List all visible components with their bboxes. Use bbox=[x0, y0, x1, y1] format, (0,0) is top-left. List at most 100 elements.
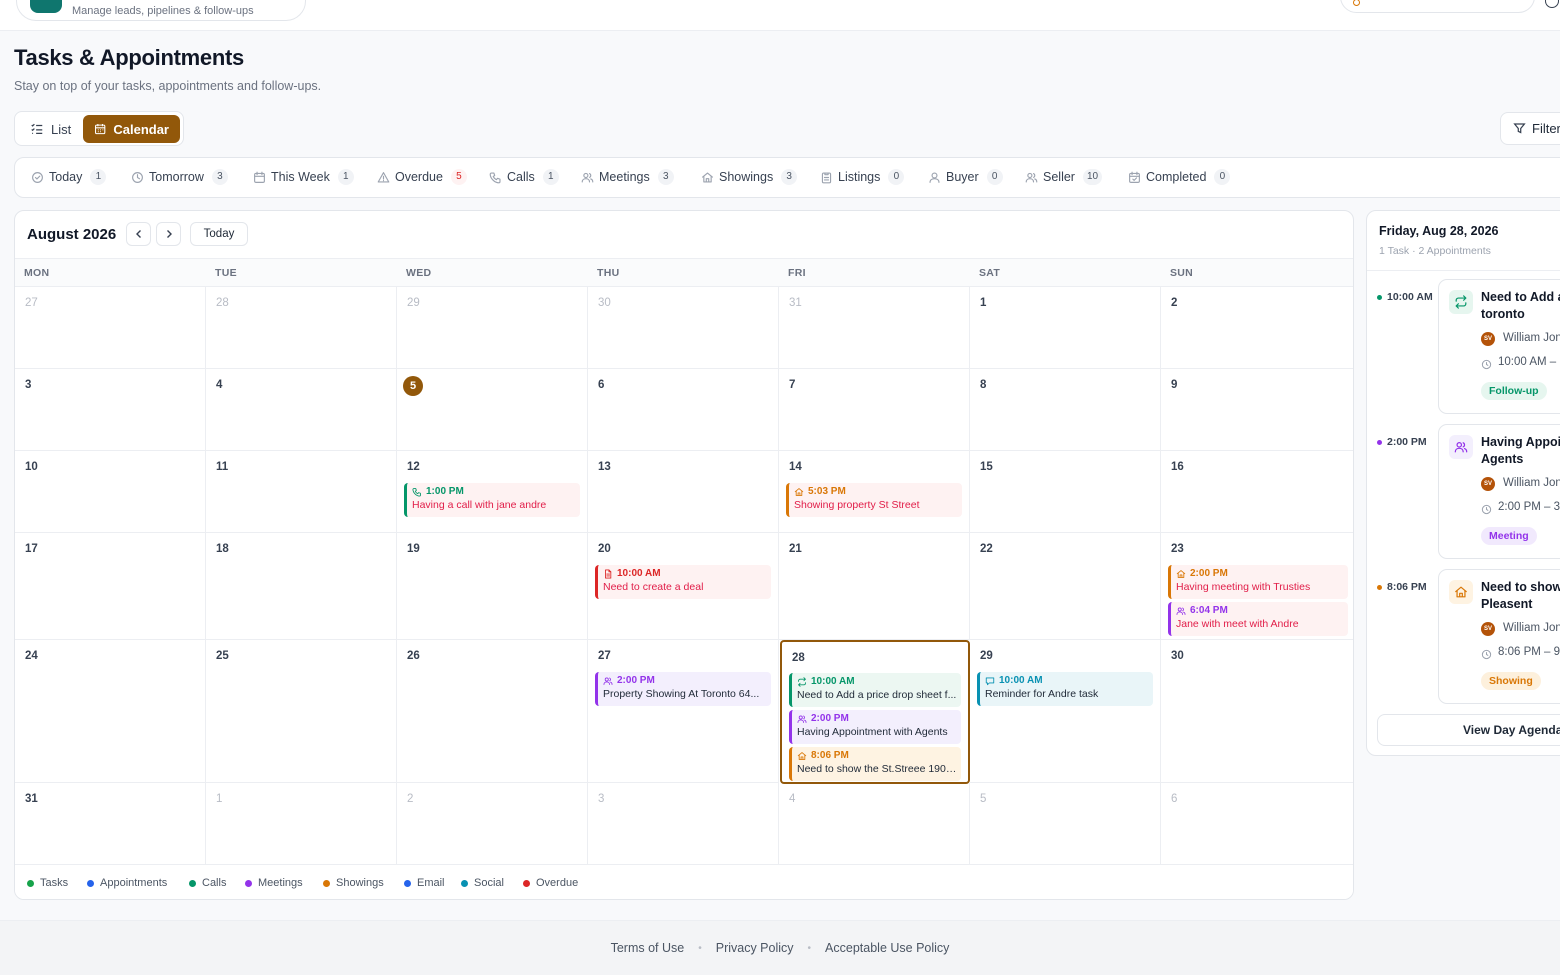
month-title: August 2026 bbox=[27, 226, 117, 243]
day-cell[interactable]: 29 10:00 AM Reminder for Andre task bbox=[970, 640, 1161, 783]
chip-overdue[interactable]: Overdue 5 bbox=[377, 169, 467, 185]
chip-count: 1 bbox=[337, 169, 354, 185]
day-cell[interactable]: 5 bbox=[970, 783, 1161, 865]
legend-appointments: Appointments bbox=[87, 877, 167, 889]
day-cell[interactable]: 31 bbox=[15, 783, 206, 865]
agenda-time-range: 2:00 PM – 3 bbox=[1498, 501, 1560, 513]
day-cell[interactable]: 21 bbox=[779, 533, 970, 640]
day-cell[interactable]: 1 bbox=[970, 287, 1161, 369]
chip-count: 10 bbox=[1082, 169, 1103, 185]
day-cell[interactable]: 6 bbox=[588, 369, 779, 451]
view-day-agenda-button[interactable]: View Day Agenda bbox=[1377, 714, 1560, 746]
calendar-event[interactable]: 2:00 PM Having Appointment with Agents bbox=[789, 710, 961, 744]
agenda-time-label: 10:00 AM bbox=[1387, 291, 1433, 303]
day-cell[interactable]: 6 bbox=[1161, 783, 1353, 865]
chip-today[interactable]: Today 1 bbox=[31, 169, 107, 185]
chip-meetings[interactable]: Meetings 3 bbox=[581, 169, 674, 185]
day-cell[interactable]: 30 bbox=[1161, 640, 1353, 783]
today-button[interactable]: Today bbox=[190, 222, 248, 246]
filter-label: Filter bbox=[1532, 121, 1560, 136]
chip-showings[interactable]: Showings 3 bbox=[701, 169, 798, 185]
day-cell[interactable]: 12 1:00 PM Having a call with jane andre bbox=[397, 451, 588, 533]
calendar-card: August 2026 Today MON TUE WED THU FRI SAT SUN … bbox=[14, 210, 1354, 900]
day-cell[interactable]: 27 2:00 PM Property Showing At Toronto 64.… bbox=[588, 640, 779, 783]
list-view-button[interactable]: List bbox=[19, 115, 82, 143]
home-icon bbox=[702, 171, 713, 183]
day-cell[interactable]: 1 bbox=[206, 783, 397, 865]
chip-listings[interactable]: Listings 0 bbox=[820, 169, 905, 185]
day-cell[interactable]: 4 bbox=[206, 369, 397, 451]
calendar-event[interactable]: 10:00 AM Reminder for Andre task bbox=[977, 672, 1153, 706]
day-cell[interactable]: 31 bbox=[779, 287, 970, 369]
day-cell[interactable]: 17 bbox=[15, 533, 206, 640]
event-time: 10:00 AM bbox=[617, 568, 661, 579]
agenda-card[interactable]: Need to show 190 Pleasent SV William Jon 8:… bbox=[1438, 569, 1560, 704]
day-cell[interactable]: 2 bbox=[1161, 287, 1353, 369]
day-cell[interactable]: 25 bbox=[206, 640, 397, 783]
footer-link[interactable]: Privacy Policy bbox=[716, 941, 794, 955]
day-cell[interactable]: 7 bbox=[779, 369, 970, 451]
footer-link[interactable]: Terms of Use bbox=[611, 941, 685, 955]
calendar-event[interactable]: 1:00 PM Having a call with jane andre bbox=[404, 483, 580, 517]
calendar-event[interactable]: 5:03 PM Showing property St Street bbox=[786, 483, 962, 517]
chip-buyer[interactable]: Buyer 0 bbox=[928, 169, 1003, 185]
brand-pill[interactable]: Manage leads, pipelines & follow-ups bbox=[16, 0, 306, 21]
day-cell[interactable]: 13 bbox=[588, 451, 779, 533]
day-cell[interactable]: 19 bbox=[397, 533, 588, 640]
day-cell[interactable]: 23 2:00 PM Having meeting with Trusties 6:0… bbox=[1161, 533, 1353, 640]
chip-completed[interactable]: Completed 0 bbox=[1128, 169, 1231, 185]
chip-seller[interactable]: Seller 10 bbox=[1025, 169, 1103, 185]
event-title: Need to show the St.Streee 190 ... bbox=[797, 763, 958, 775]
avatar: SV bbox=[1481, 622, 1495, 636]
day-cell[interactable]: 20 10:00 AM Need to create a deal bbox=[588, 533, 779, 640]
day-number: 16 bbox=[1171, 461, 1184, 473]
day-cell[interactable]: 22 bbox=[970, 533, 1161, 640]
calendar-view-button[interactable]: Calendar bbox=[83, 115, 180, 143]
agenda-card[interactable]: Having Appoi Agents SV William Jon 2:00 PM … bbox=[1438, 424, 1560, 559]
day-cell[interactable]: 14 5:03 PM Showing property St Street bbox=[779, 451, 970, 533]
search-icon[interactable] bbox=[1545, 0, 1559, 8]
footer: Terms of Use • Privacy Policy • Acceptable U… bbox=[0, 920, 1560, 975]
calendar-event[interactable]: 2:00 PM Property Showing At Toronto 64... bbox=[595, 672, 771, 706]
day-cell[interactable]: 27 bbox=[15, 287, 206, 369]
chip-calls[interactable]: Calls 1 bbox=[489, 169, 559, 185]
day-cell[interactable]: 29 bbox=[397, 287, 588, 369]
footer-link[interactable]: Acceptable Use Policy bbox=[825, 941, 949, 955]
chip-tomorrow[interactable]: Tomorrow 3 bbox=[131, 169, 228, 185]
day-cell[interactable]: 15 bbox=[970, 451, 1161, 533]
day-cell[interactable]: 16 bbox=[1161, 451, 1353, 533]
day-number: 1 bbox=[216, 793, 223, 805]
filter-button[interactable]: Filter bbox=[1500, 112, 1560, 145]
calendar-event[interactable]: 8:06 PM Need to show the St.Streee 190 ..… bbox=[789, 747, 961, 781]
agenda-card[interactable]: Need to Add a for toronto SV William Jon 10… bbox=[1438, 279, 1560, 414]
day-cell[interactable]: 10 bbox=[15, 451, 206, 533]
day-cell[interactable]: 5 bbox=[397, 369, 588, 451]
top-search-pill[interactable] bbox=[1340, 0, 1535, 13]
prev-month-button[interactable] bbox=[126, 222, 151, 246]
legend-label: Showings bbox=[336, 877, 384, 889]
day-cell[interactable]: 8 bbox=[970, 369, 1161, 451]
weekday-mon: MON bbox=[24, 267, 50, 279]
day-cell[interactable]: 3 bbox=[588, 783, 779, 865]
day-cell[interactable]: 11 bbox=[206, 451, 397, 533]
day-cell[interactable]: 2 bbox=[397, 783, 588, 865]
day-cell[interactable]: 3 bbox=[15, 369, 206, 451]
calendar-event[interactable]: 10:00 AM Need to create a deal bbox=[595, 565, 771, 599]
calendar-event[interactable]: 6:04 PM Jane with meet with Andre bbox=[1168, 602, 1348, 636]
day-cell[interactable]: 9 bbox=[1161, 369, 1353, 451]
day-cell[interactable]: 18 bbox=[206, 533, 397, 640]
day-cell[interactable]: 4 bbox=[779, 783, 970, 865]
day-cell[interactable]: 26 bbox=[397, 640, 588, 783]
legend-dot bbox=[523, 879, 530, 887]
doc-icon bbox=[605, 569, 612, 578]
calendar-event[interactable]: 2:00 PM Having meeting with Trusties bbox=[1168, 565, 1348, 599]
agenda-type-badge bbox=[1449, 435, 1473, 459]
agenda-summary: 1 Task · 2 Appointments bbox=[1379, 245, 1491, 257]
day-cell[interactable]: 28 bbox=[206, 287, 397, 369]
day-cell[interactable]: 24 bbox=[15, 640, 206, 783]
day-cell[interactable]: 30 bbox=[588, 287, 779, 369]
calendar-event[interactable]: 10:00 AM Need to Add a price drop sheet f… bbox=[789, 673, 961, 707]
chip-this-week[interactable]: This Week 1 bbox=[253, 169, 354, 185]
next-month-button[interactable] bbox=[156, 222, 181, 246]
day-cell[interactable]: 28 10:00 AM Need to Add a price drop sheet… bbox=[780, 640, 970, 784]
